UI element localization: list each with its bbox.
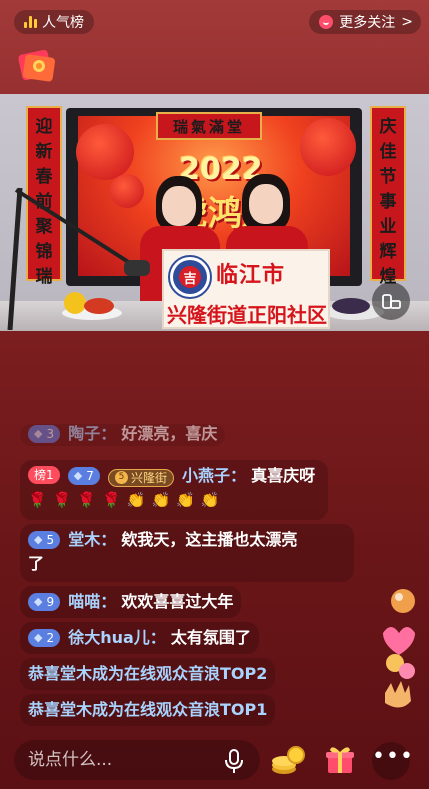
more-follow-button[interactable]: 更多关注 > [309,10,421,34]
red-envelope-icon[interactable] [14,46,58,84]
like-effects-icon [383,589,415,708]
rank-badge: 榜1 [28,466,60,484]
comment-placeholder: 说点什么... [28,750,113,770]
follow-label: 更多关注 [339,15,396,31]
message-text: 欢欢喜喜过大年 [121,592,234,611]
clap-emoji: 👏 [126,491,146,509]
rose-emoji: 🌹 [28,491,47,509]
microphone-icon[interactable] [222,748,246,774]
couplet-char: 业 [379,217,397,237]
couplet-char: 佳 [379,142,397,162]
bottom-bar: 说点什么... ••• [0,734,429,789]
level-badge: 5 [28,531,61,549]
live-stream-screen: 人气榜 更多关注 > 迎 新 春 前 聚 锦 瑞 庆 佳 节 事 业 辉 煌 瑞… [0,0,429,789]
community-logo: 吉 [168,255,212,299]
chat-message: 2 徐大hua儿： 太有氛围了 [20,622,259,654]
lantern-decoration [76,124,134,180]
username[interactable]: 喵喵： [68,592,116,611]
rose-emoji: 🌹 [52,491,72,509]
clap-emoji: 👏 [200,491,220,509]
fruit [332,298,370,314]
system-message: 恭喜堂木成为在线观众音浪TOP1 [20,694,276,726]
couplet-char: 节 [379,167,397,187]
clap-emoji: 👏 [176,491,195,509]
chat-message: 5 堂木： 欸我天，这主播也太漂亮 了 [20,524,354,582]
live-video[interactable]: 迎 新 春 前 聚 锦 瑞 庆 佳 节 事 业 辉 煌 瑞氣滿堂 2022 虎鸿… [0,94,429,331]
username[interactable]: 徐大hua儿： [68,628,166,647]
chat-message: 榜1 7 5兴隆街 小燕子： 真喜庆呀 🌹 🌹 🌹 🌹 👏 👏 👏 👏 [20,460,328,520]
microphone-stand [7,187,150,330]
couplet-char: 事 [379,192,397,212]
chevron-right-icon: > [401,14,413,30]
rank-label: 人气榜 [42,15,84,31]
emoji-row: 🌹 🌹 🌹 🌹 👏 👏 👏 👏 [28,488,320,512]
rose-emoji: 🌹 [77,491,97,509]
system-message: 恭喜堂木成为在线观众音浪TOP2 [20,658,276,690]
level-badge: 3 [28,425,61,443]
message-text: 好漂亮，喜庆 [121,424,218,443]
coins-icon [272,746,305,774]
message-text: 了 [28,554,45,573]
gift-button[interactable] [320,740,360,780]
lantern-decoration [300,118,356,176]
username[interactable]: 堂木： [68,530,116,549]
popularity-rank-button[interactable]: 人气榜 [14,10,94,34]
message-text: 欸我天，这主播也太漂亮 [121,530,298,549]
level-badge: 7 [67,467,100,485]
fortune-banner: 瑞氣滿堂 [156,112,262,140]
couplet-char: 新 [35,142,53,162]
top-bar: 人气榜 更多关注 > [0,0,429,44]
message-text: 真喜庆呀 [251,466,316,485]
bar-chart-icon [24,16,37,28]
message-text: 太有氛围了 [170,628,251,647]
couplet-char: 庆 [379,117,397,137]
chat-message: 9 喵喵： 欢欢喜喜过大年 [20,586,242,618]
more-options-button[interactable]: ••• [372,742,413,780]
clap-emoji: 👏 [151,491,171,509]
couplet-right: 庆 佳 节 事 业 辉 煌 [370,106,406,287]
sign-community: 兴隆街道正阳社区 [167,303,327,327]
rose-emoji: 🌹 [102,491,121,509]
level-badge: 9 [28,593,61,611]
sign-city: 临江市 [216,263,286,288]
follow-icon [319,15,334,29]
username[interactable]: 小燕子： [182,466,246,485]
community-sign: 吉 临江市 兴隆街道正阳社区 [162,249,330,329]
coins-button[interactable] [268,740,308,780]
couplet-char: 迎 [35,117,53,137]
username[interactable]: 陶子： [68,424,116,443]
rotate-screen-button[interactable] [372,282,410,320]
fan-club-badge: 5 兴隆街 [107,468,174,487]
more-dots-icon: ••• [372,744,414,769]
couplet-char: 辉 [379,242,397,262]
level-badge: 2 [28,629,61,647]
chat-message: 3 陶子： 好漂亮，喜庆 [20,424,226,446]
rotate-screen-icon [382,294,401,309]
gift-box-icon [326,747,354,773]
